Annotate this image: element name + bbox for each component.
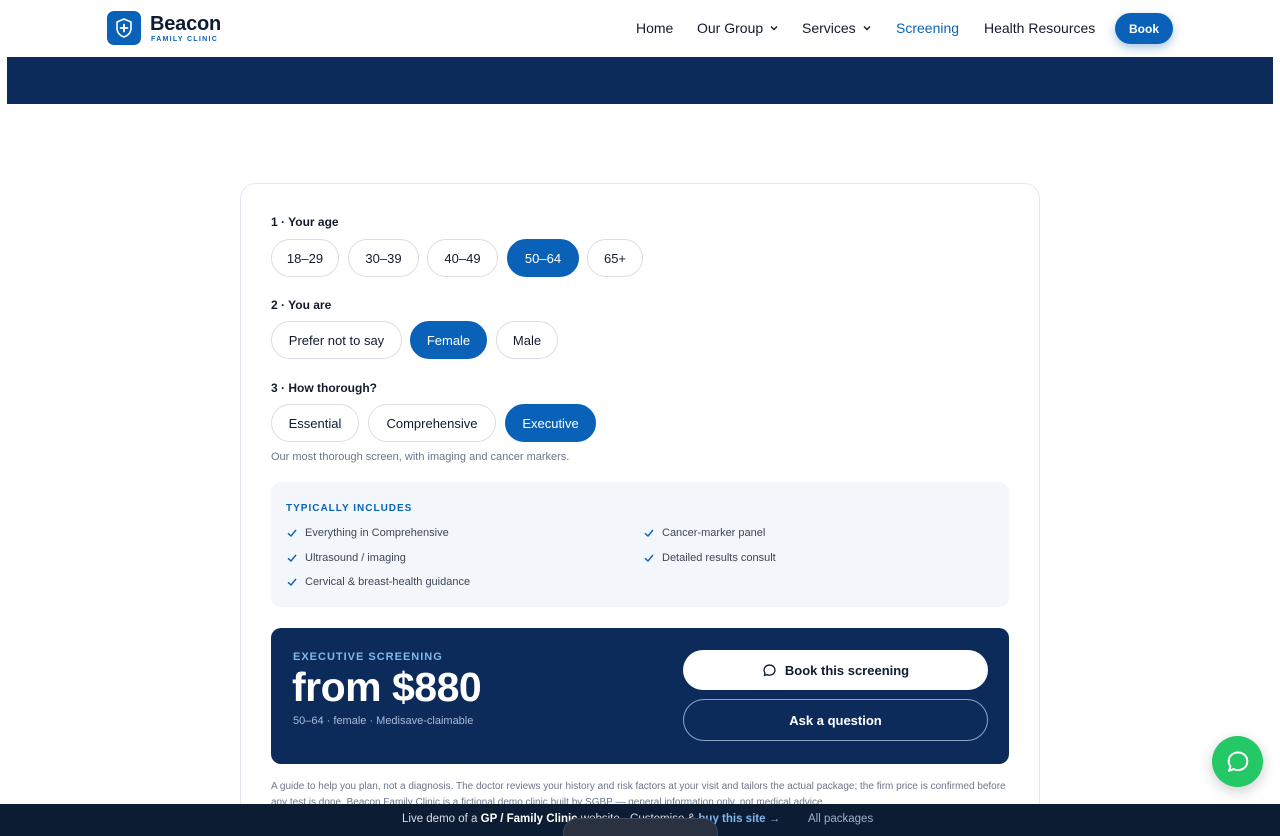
chat-button[interactable] bbox=[1212, 736, 1263, 787]
check-icon bbox=[287, 578, 297, 587]
nav-services-label: Services bbox=[802, 20, 856, 36]
includes-item: Detailed results consult bbox=[644, 552, 776, 564]
brand-tagline: FAMILY CLINIC bbox=[151, 36, 219, 43]
age-option-50-64[interactable]: 50–64 bbox=[507, 239, 579, 277]
chat-bubble-icon bbox=[763, 663, 776, 676]
sex-option-prefer-not[interactable]: Prefer not to say bbox=[271, 321, 402, 359]
price-meta: 50–64 · female · Medisave-claimable bbox=[293, 715, 474, 727]
includes-item: Ultrasound / imaging bbox=[287, 552, 406, 564]
nav-screening-label: Screening bbox=[896, 20, 960, 36]
all-packages-link[interactable]: All packages bbox=[808, 813, 873, 825]
nav-our-group[interactable]: Our Group bbox=[697, 20, 779, 36]
tier-description: Our most thorough screen, with imaging a… bbox=[271, 451, 570, 463]
age-option-65-plus[interactable]: 65+ bbox=[587, 239, 643, 277]
chat-bubble-icon bbox=[1227, 751, 1248, 772]
tier-option-executive[interactable]: Executive bbox=[505, 404, 596, 442]
logo-shield-icon[interactable] bbox=[107, 11, 141, 45]
book-screening-button[interactable]: Book this screening bbox=[683, 650, 988, 690]
includes-panel bbox=[271, 482, 1009, 607]
includes-item-label: Ultrasound / imaging bbox=[305, 552, 406, 564]
chevron-down-icon bbox=[863, 26, 871, 31]
includes-title: TYPICALLY INCLUDES bbox=[286, 503, 413, 514]
ask-question-button[interactable]: Ask a question bbox=[683, 699, 988, 741]
includes-item-label: Cancer-marker panel bbox=[662, 527, 766, 539]
includes-item-label: Cervical & breast-health guidance bbox=[305, 576, 471, 588]
price-kicker: EXECUTIVE SCREENING bbox=[293, 651, 443, 663]
nav-home[interactable]: Home bbox=[636, 20, 673, 36]
includes-item-label: Detailed results consult bbox=[662, 552, 776, 564]
book-button[interactable]: Book bbox=[1115, 13, 1173, 44]
age-option-18-29[interactable]: 18–29 bbox=[271, 239, 339, 277]
price-value: from $880 bbox=[292, 664, 482, 710]
check-icon bbox=[287, 554, 297, 563]
includes-item: Cancer-marker panel bbox=[644, 527, 765, 539]
age-option-30-39[interactable]: 30–39 bbox=[348, 239, 419, 277]
check-icon bbox=[644, 554, 654, 563]
nav-screening[interactable]: Screening bbox=[896, 20, 959, 36]
includes-item: Everything in Comprehensive bbox=[287, 527, 449, 539]
nav-services[interactable]: Services bbox=[802, 20, 872, 36]
hero-banner bbox=[7, 57, 1273, 104]
brand-name[interactable]: Beacon bbox=[150, 13, 221, 36]
question-sex-label: 2 · You are bbox=[271, 298, 332, 312]
footer-site-type: GP / Family Clinic bbox=[480, 813, 578, 825]
includes-item-label: Everything in Comprehensive bbox=[305, 527, 449, 539]
tier-option-comprehensive[interactable]: Comprehensive bbox=[368, 404, 496, 442]
nav-health-resources[interactable]: Health Resources bbox=[984, 20, 1095, 36]
nav-our-group-label: Our Group bbox=[697, 20, 764, 36]
question-age-label: 1 · Your age bbox=[271, 215, 339, 229]
sex-option-male[interactable]: Male bbox=[496, 321, 558, 359]
floating-toolbar[interactable] bbox=[563, 818, 718, 836]
sex-option-female[interactable]: Female bbox=[410, 321, 487, 359]
includes-item: Cervical & breast-health guidance bbox=[287, 576, 470, 588]
nav-home-label: Home bbox=[636, 20, 674, 36]
check-icon bbox=[287, 529, 297, 538]
chevron-down-icon bbox=[770, 26, 778, 31]
tier-option-essential[interactable]: Essential bbox=[271, 404, 359, 442]
site-header: Beacon FAMILY CLINIC Home Our Group Serv… bbox=[7, 0, 1273, 57]
check-icon bbox=[644, 529, 654, 538]
age-option-40-49[interactable]: 40–49 bbox=[427, 239, 498, 277]
question-thoroughness-label: 3 · How thorough? bbox=[271, 381, 377, 395]
book-screening-label: Book this screening bbox=[784, 662, 910, 678]
nav-health-resources-label: Health Resources bbox=[984, 20, 1096, 36]
footer-prefix: Live demo of a bbox=[402, 813, 478, 825]
